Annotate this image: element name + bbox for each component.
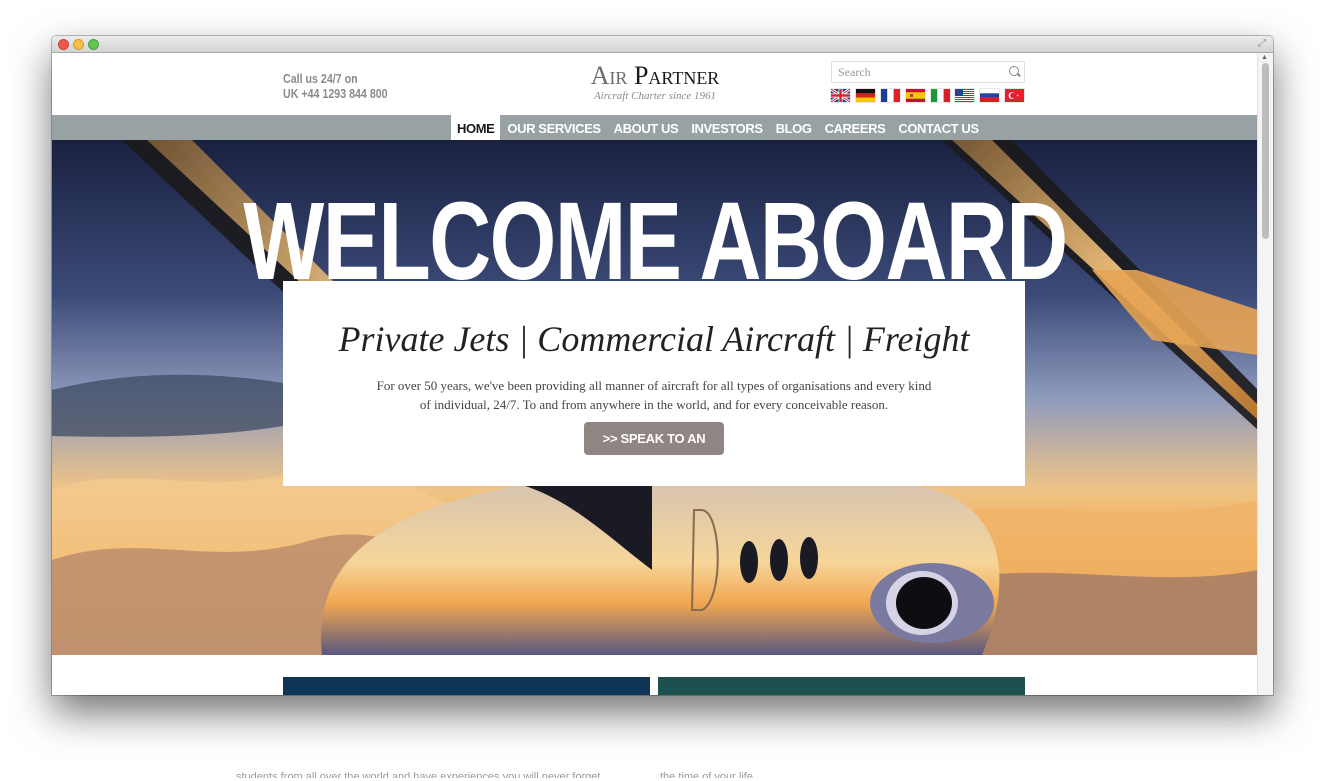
search-box xyxy=(831,61,1025,83)
scrollbar-thumb[interactable] xyxy=(1262,63,1269,239)
speak-to-expert-button[interactable]: >> SPEAK TO AN EXPERT xyxy=(584,422,724,480)
logo-partner-text: Partner xyxy=(633,61,720,90)
airpartner-logo[interactable]: Air Partner Aircraft Charter since 1961 xyxy=(574,61,736,103)
turkey-flag[interactable] xyxy=(1005,89,1024,102)
logo-tagline: Aircraft Charter since 1961 xyxy=(593,90,717,102)
below-fold-text-left: students from all over the world and hav… xyxy=(236,771,601,778)
italy-flag[interactable] xyxy=(931,89,950,102)
vertical-scrollbar[interactable]: ▲ xyxy=(1257,53,1273,695)
hero-title: WELCOME ABOARD xyxy=(243,180,1068,303)
hero-banner: WELCOME ABOARD Private Jets | Commercial… xyxy=(52,140,1258,655)
hero-description: For over 50 years, we've been providing … xyxy=(376,378,932,412)
nav-item-blog[interactable]: BLOG xyxy=(770,115,818,140)
minimize-window-button[interactable] xyxy=(73,39,84,50)
logo-air-text: Air xyxy=(590,61,628,90)
spain-flag[interactable] xyxy=(906,89,925,102)
search-icon[interactable] xyxy=(1009,66,1019,76)
site-header: Call us 24/7 on UK +44 1293 844 800 Air … xyxy=(52,53,1258,115)
nav-item-our-services[interactable]: OUR SERVICES xyxy=(501,115,606,140)
nav-item-about-us[interactable]: ABOUT US xyxy=(608,115,685,140)
main-navigation: HOME OUR SERVICES ABOUT US INVESTORS BLO… xyxy=(52,115,1258,140)
fullscreen-icon[interactable]: ⤢ xyxy=(1258,38,1269,49)
scroll-up-arrow-icon[interactable]: ▲ xyxy=(1261,54,1268,61)
below-fold-text-right: the time of your life xyxy=(660,771,753,778)
search-input[interactable] xyxy=(832,62,1014,82)
close-window-button[interactable] xyxy=(58,39,69,50)
nav-item-investors[interactable]: INVESTORS xyxy=(685,115,768,140)
browser-window: ⤢ Call us 24/7 on UK +44 1293 844 800 Ai… xyxy=(52,36,1273,695)
call-us-label: Call us 24/7 on xyxy=(283,71,358,86)
nav-item-careers[interactable]: CAREERS xyxy=(819,115,892,140)
russia-flag[interactable] xyxy=(980,89,999,102)
uk-flag[interactable] xyxy=(831,89,850,102)
page-viewport: Call us 24/7 on UK +44 1293 844 800 Air … xyxy=(52,53,1258,695)
france-flag[interactable] xyxy=(881,89,900,102)
hero-subtitle: Private Jets | Commercial Aircraft | Fre… xyxy=(338,319,970,359)
phone-number[interactable]: UK +44 1293 844 800 xyxy=(283,86,388,101)
germany-flag[interactable] xyxy=(856,89,875,102)
feature-panel-right[interactable] xyxy=(658,677,1025,695)
nav-item-home[interactable]: HOME xyxy=(451,115,501,140)
usa-flag[interactable] xyxy=(955,89,974,102)
hero-card: Private Jets | Commercial Aircraft | Fre… xyxy=(283,281,1025,486)
feature-panel-left[interactable] xyxy=(283,677,650,695)
window-titlebar: ⤢ xyxy=(52,36,1273,53)
zoom-window-button[interactable] xyxy=(88,39,99,50)
phone-contact: Call us 24/7 on UK +44 1293 844 800 xyxy=(283,71,388,101)
nav-item-contact-us[interactable]: CONTACT US xyxy=(892,115,984,140)
